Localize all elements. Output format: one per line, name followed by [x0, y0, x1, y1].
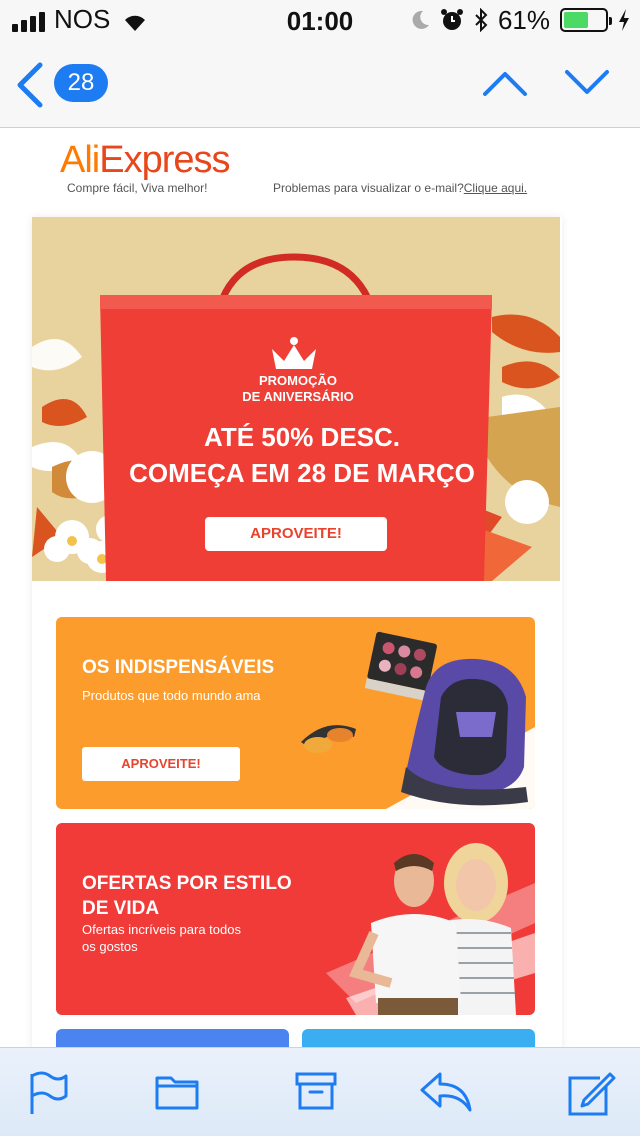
ofertas-estilo-banner[interactable]: OFERTAS POR ESTILO DE VIDA Ofertas incrí…	[56, 823, 535, 1015]
ofertas-estilo-subtitle: Ofertas incríveis para todos os gostos	[82, 921, 241, 955]
back-chevron-icon[interactable]	[14, 62, 44, 108]
bluetooth-icon	[475, 8, 488, 32]
next-message-icon[interactable]	[562, 66, 612, 100]
archive-icon[interactable]	[294, 1070, 338, 1112]
ofertas-estilo-title-line1: OFERTAS POR ESTILO	[82, 873, 292, 894]
indispensaveis-subtitle: Produtos que todo mundo ama	[82, 688, 261, 703]
ofertas-estilo-title: OFERTAS POR ESTILO DE VIDA	[82, 871, 292, 921]
folder-icon[interactable]	[154, 1070, 200, 1112]
promo-label-line1: PROMOÇÃO	[259, 373, 337, 388]
indispensaveis-banner[interactable]: OS INDISPENSÁVEIS Produtos que todo mund…	[56, 617, 535, 809]
compose-icon[interactable]	[566, 1070, 616, 1116]
reply-icon[interactable]	[418, 1070, 474, 1114]
logo-part-ali: Ali	[60, 139, 100, 181]
mail-navigation-bar: 28	[0, 40, 640, 128]
indispensaveis-title: OS INDISPENSÁVEIS	[82, 657, 275, 678]
promo-label-line2: DE ANIVERSÁRIO	[242, 389, 354, 404]
hero-aproveite-button[interactable]: APROVEITE!	[205, 517, 387, 551]
charging-icon	[619, 9, 629, 31]
email-body: AliExpress Compre fácil, Viva melhor! Pr…	[0, 129, 640, 1047]
back-count-badge[interactable]: 28	[54, 64, 108, 102]
battery-percent: 61%	[497, 4, 550, 35]
view-problem-text: Problemas para visualizar o e-mail?Cliqu…	[273, 181, 527, 195]
ofertas-estilo-subtitle-line1: Ofertas incríveis para todos	[82, 922, 241, 937]
promo-label: PROMOÇÃO DE ANIVERSÁRIO	[228, 373, 368, 405]
view-problem-label: Problemas para visualizar o e-mail?	[273, 181, 464, 195]
aliexpress-logo[interactable]: AliExpress	[60, 139, 231, 182]
alarm-icon	[440, 9, 463, 30]
click-here-link[interactable]: Clique aqui.	[464, 181, 527, 195]
hero-title-line2: COMEÇA EM 28 DE MARÇO	[129, 458, 475, 488]
battery-cap	[609, 17, 612, 25]
battery-icon	[560, 8, 612, 32]
previous-message-icon[interactable]	[480, 66, 530, 100]
status-bar: NOS 01:00 61%	[0, 0, 640, 40]
status-right: 61%	[410, 4, 630, 35]
slogan: Compre fácil, Viva melhor!	[67, 181, 208, 195]
moon-icon	[412, 10, 429, 29]
flag-icon[interactable]	[28, 1070, 70, 1116]
indispensaveis-aproveite-button[interactable]: APROVEITE!	[82, 747, 240, 781]
battery-level	[564, 12, 589, 28]
mail-toolbar	[0, 1047, 640, 1136]
ofertas-estilo-subtitle-line2: os gostos	[82, 939, 138, 954]
hero-banner[interactable]: PROMOÇÃO DE ANIVERSÁRIO ATÉ 50% DESC. CO…	[32, 217, 560, 581]
hero-title: ATÉ 50% DESC. COMEÇA EM 28 DE MARÇO	[92, 419, 512, 491]
ofertas-estilo-title-line2: DE VIDA	[82, 898, 160, 919]
promo-tile-blue[interactable]	[56, 1029, 289, 1047]
promo-tile-cyan[interactable]	[302, 1029, 535, 1047]
logo-part-express: Express	[99, 139, 230, 181]
hero-title-line1: ATÉ 50% DESC.	[203, 422, 400, 452]
